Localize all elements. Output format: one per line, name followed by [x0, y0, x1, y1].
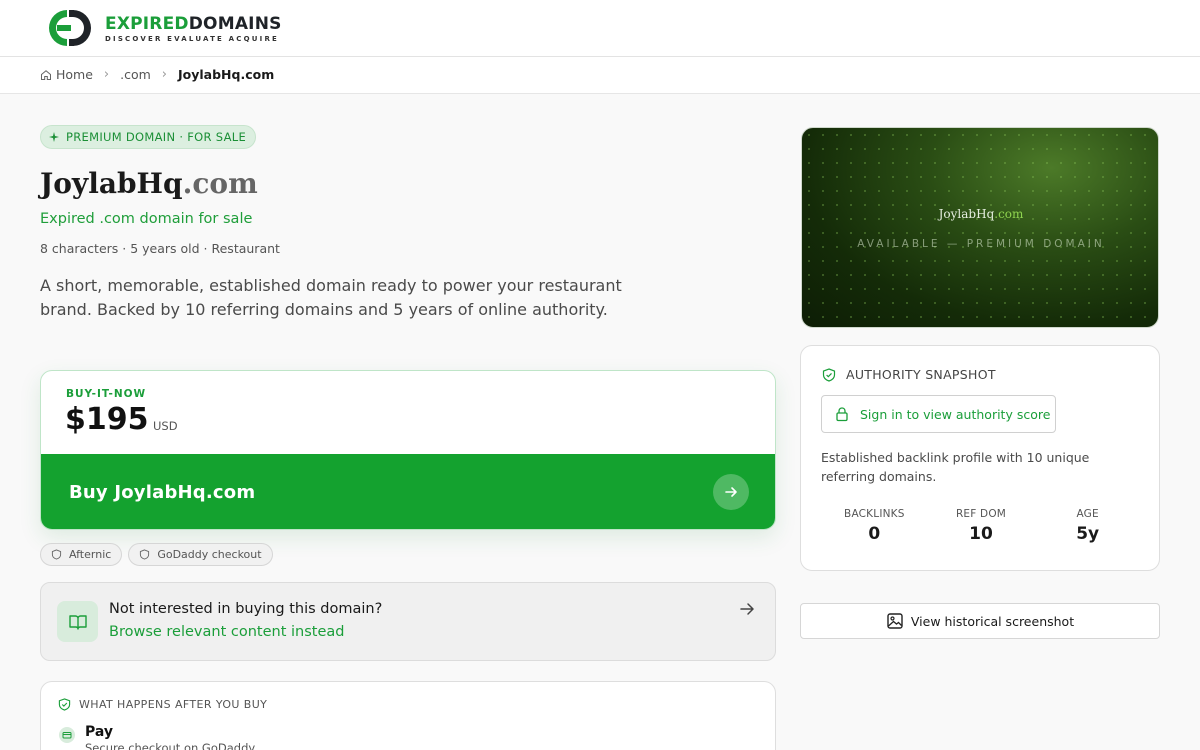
authority-card: AUTHORITY SNAPSHOT Sign in to view autho… — [800, 345, 1160, 571]
marketplace-label: Afternic — [69, 548, 112, 561]
authority-stats: BACKLINKS 0 REF DOM 10 AGE 5y — [821, 508, 1141, 544]
buy-button-label: Buy JoylabHq.com — [69, 482, 256, 503]
signin-button[interactable]: Sign in to view authority score — [821, 395, 1056, 433]
domain-title: JoylabHq.com — [40, 167, 258, 200]
view-historical-screenshot-label: View historical screenshot — [910, 613, 1075, 629]
authority-heading-text: AUTHORITY SNAPSHOT — [846, 367, 996, 382]
currency: USD — [153, 419, 178, 433]
stat-label: AGE — [1076, 508, 1099, 520]
breadcrumb-bar: Home › .com › JoylabHq.com — [0, 57, 1200, 94]
step-description: Secure checkout on GoDaddy — [85, 741, 256, 750]
stat-label: BACKLINKS — [844, 508, 905, 520]
hero-domain-name: JoylabHq.com — [802, 207, 1158, 221]
hero-tld: .com — [994, 207, 1024, 221]
hero-subtitle: AVAILABLE — PREMIUM DOMAIN — [857, 238, 1105, 250]
logo-word-domains: DOMAINS — [188, 13, 282, 34]
domain-tld: .com — [182, 167, 258, 200]
marketplace-chip: Afternic — [40, 543, 123, 566]
lock-icon — [836, 407, 848, 422]
dot-pattern — [802, 128, 1158, 327]
browse-content-card[interactable]: Not interested in buying this domain? Br… — [40, 582, 776, 661]
authority-description: Established backlink profile with 10 uni… — [821, 450, 1090, 484]
stat-value: 5y — [1076, 524, 1100, 544]
shield-check-icon — [822, 367, 836, 382]
stat-value: 10 — [969, 524, 993, 544]
stat-backlinks: BACKLINKS 0 — [821, 508, 928, 544]
stat-ref-domains: REF DOM 10 — [928, 508, 1035, 544]
marketplace-chips: Afternic GoDaddy checkout — [40, 543, 273, 566]
book-icon — [57, 601, 98, 642]
arrow-right-icon — [740, 603, 754, 615]
buy-card: BUY-IT-NOW $195 USD Buy JoylabHq.com — [40, 370, 776, 530]
stat-value: 0 — [868, 524, 881, 544]
domain-meta: 8 characters · 5 years old · Restaurant — [40, 241, 280, 256]
domain-description: A short, memorable, established domain r… — [40, 276, 622, 319]
logo-word-expired: EXPIRED — [105, 13, 189, 34]
domain-name: JoylabHq — [40, 167, 183, 200]
browse-question: Not interested in buying this domain? — [109, 601, 383, 617]
chevron-right-icon: › — [103, 67, 110, 82]
logo-title: EXPIREDDOMAINS — [105, 14, 282, 34]
shield-icon — [51, 549, 62, 560]
breadcrumb: Home › .com › JoylabHq.com — [40, 67, 274, 82]
domain-subtitle: Expired .com domain for sale — [40, 211, 253, 227]
stat-age: AGE 5y — [1034, 508, 1141, 544]
signin-label: Sign in to view authority score — [860, 406, 1051, 422]
marketplace-chip: GoDaddy checkout — [128, 543, 273, 566]
image-icon — [887, 613, 903, 629]
breadcrumb-current: JoylabHq.com — [178, 67, 275, 82]
authority-heading: AUTHORITY SNAPSHOT — [822, 367, 996, 382]
price: $195 — [65, 402, 149, 437]
top-header: EXPIREDDOMAINS DISCOVER EVALUATE ACQUIRE — [0, 0, 1200, 57]
breadcrumb-home[interactable]: Home — [56, 67, 93, 82]
home-icon — [41, 69, 51, 80]
buy-it-now-label: BUY-IT-NOW — [66, 388, 147, 400]
breadcrumb-tld[interactable]: .com — [120, 67, 151, 82]
hero-name: JoylabHq — [938, 207, 995, 221]
view-historical-screenshot-button[interactable]: View historical screenshot — [800, 603, 1160, 639]
buy-button[interactable]: Buy JoylabHq.com — [41, 454, 775, 529]
logo-mark-icon — [49, 10, 91, 46]
chevron-right-icon: › — [161, 67, 167, 82]
shield-check-icon — [58, 698, 71, 711]
after-purchase-heading: WHAT HAPPENS AFTER YOU BUY — [58, 698, 267, 711]
logo-tagline: DISCOVER EVALUATE ACQUIRE — [105, 34, 280, 43]
credit-card-icon — [59, 727, 75, 743]
after-purchase-heading-text: WHAT HAPPENS AFTER YOU BUY — [79, 698, 268, 711]
domain-hero-image: JoylabHq.com AVAILABLE — PREMIUM DOMAIN — [801, 127, 1159, 328]
sparkle-icon — [49, 132, 59, 142]
browse-link[interactable]: Browse relevant content instead — [109, 624, 344, 640]
step-title: Pay — [85, 724, 114, 740]
arrow-right-icon — [713, 474, 749, 510]
site-logo[interactable]: EXPIREDDOMAINS DISCOVER EVALUATE ACQUIRE — [47, 8, 282, 48]
after-purchase-card: WHAT HAPPENS AFTER YOU BUY Pay Secure ch… — [40, 681, 776, 750]
marketplace-label: GoDaddy checkout — [157, 548, 262, 561]
badge-label: PREMIUM DOMAIN · FOR SALE — [66, 130, 247, 144]
premium-badge: PREMIUM DOMAIN · FOR SALE — [40, 125, 257, 149]
stat-label: REF DOM — [955, 508, 1007, 520]
shield-icon — [140, 549, 150, 560]
